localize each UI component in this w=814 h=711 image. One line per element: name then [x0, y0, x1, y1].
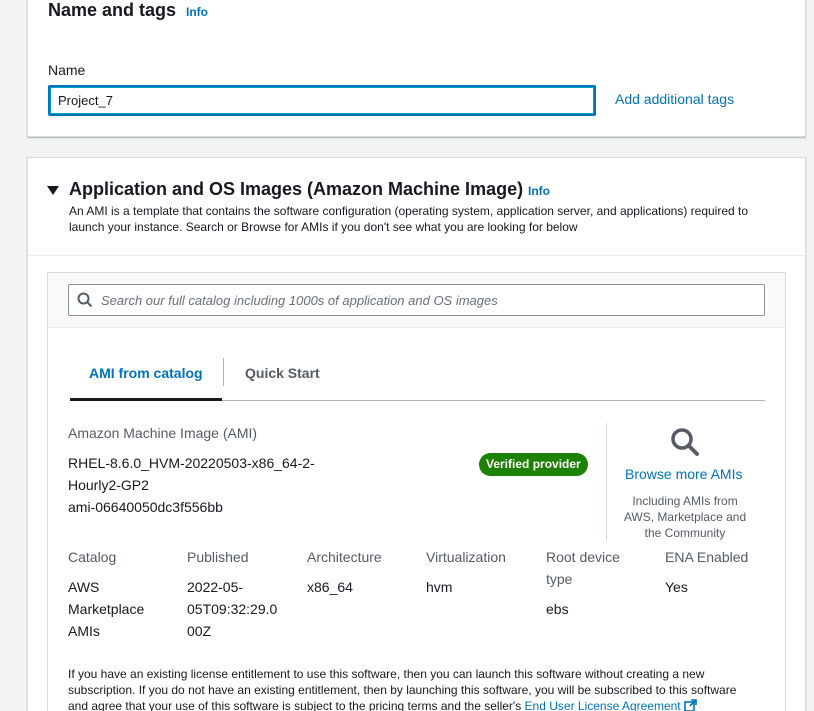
virtualization-header: Virtualization — [426, 549, 506, 565]
catalog-value-line2: Marketplace — [68, 601, 145, 617]
catalog-value-line1: AWS — [68, 579, 100, 595]
eula-link[interactable]: End User License Agreement — [525, 699, 681, 711]
catalog-header: Catalog — [68, 549, 117, 565]
tab-ami-from-catalog[interactable]: AMI from catalog — [89, 365, 203, 381]
license-text-line1: If you have an existing license entitlem… — [68, 667, 705, 681]
browse-more-amis-link[interactable]: Browse more AMIs — [625, 466, 742, 482]
browse-desc-line1: Including AMIs from — [632, 494, 738, 508]
search-placeholder: Search our full catalog including 1000s … — [101, 293, 498, 308]
ami-name-line1: RHEL-8.6.0_HVM-20220503-x86_64-2- — [68, 455, 315, 471]
license-text-line3: and agree that your use of this software… — [68, 698, 697, 711]
catalog-value-line3: AMIs — [68, 623, 100, 639]
root-device-header-line1: Root device — [546, 549, 620, 565]
ami-name-line2: Hourly2-GP2 — [68, 477, 149, 493]
ami-id: ami-06640050dc3f556bb — [68, 499, 223, 515]
published-header: Published — [187, 549, 249, 565]
root-device-header-line2: type — [546, 571, 573, 587]
published-value-line2: 05T09:32:29.0 — [187, 601, 278, 617]
add-additional-tags-link[interactable]: Add additional tags — [615, 91, 734, 107]
ami-description-line2: launch your instance. Search or Browse f… — [69, 220, 578, 234]
name-label: Name — [48, 62, 86, 78]
name-input[interactable] — [48, 85, 596, 116]
browse-desc-line3: the Community — [644, 526, 726, 540]
ami-info-link[interactable]: Info — [528, 184, 550, 198]
ami-description-line1: An AMI is a template that contains the s… — [69, 204, 749, 218]
search-icon — [77, 292, 93, 313]
published-value-line3: 00Z — [187, 623, 212, 639]
tab-quick-start[interactable]: Quick Start — [245, 365, 320, 381]
browse-desc-line2: AWS, Marketplace and — [623, 510, 747, 524]
tab-separator — [223, 358, 224, 386]
ami-header-divider — [28, 255, 805, 256]
caret-down-icon[interactable] — [47, 183, 59, 201]
virtualization-value: hvm — [426, 579, 453, 595]
root-device-value: ebs — [546, 601, 569, 617]
verified-provider-badge: Verified provider — [479, 453, 588, 476]
name-and-tags-title: Name and tags — [48, 0, 177, 20]
license-text-line3-body: and agree that your use of this software… — [68, 699, 522, 711]
active-tab-indicator — [70, 398, 222, 401]
ena-header: ENA Enabled — [665, 549, 749, 565]
ami-label: Amazon Machine Image (AMI) — [68, 425, 258, 441]
ami-section-title: Application and OS Images (Amazon Machin… — [69, 179, 524, 199]
architecture-value: x86_64 — [307, 579, 353, 595]
magnifier-icon[interactable] — [670, 427, 700, 462]
license-text-line2: subscription. If you do not have an exis… — [68, 683, 737, 697]
architecture-header: Architecture — [307, 549, 382, 565]
external-link-icon[interactable] — [684, 699, 697, 711]
ena-value: Yes — [665, 579, 688, 595]
name-tags-info-link[interactable]: Info — [186, 5, 208, 19]
ami-search-input[interactable]: Search our full catalog including 1000s … — [68, 284, 765, 316]
ami-inner-container — [47, 272, 786, 711]
published-value-line1: 2022-05- — [187, 579, 244, 595]
